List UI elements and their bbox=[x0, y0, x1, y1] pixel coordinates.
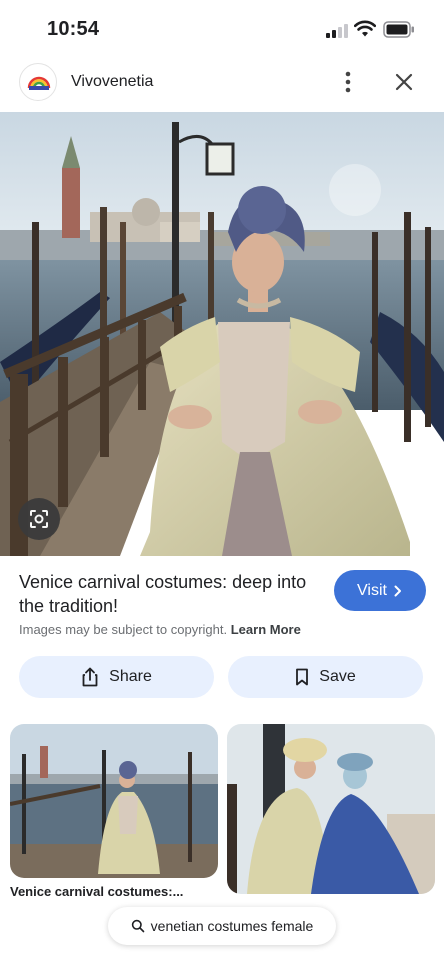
chevron-right-icon bbox=[394, 585, 401, 596]
search-icon bbox=[131, 919, 144, 933]
visit-label: Visit bbox=[357, 581, 387, 599]
related-image-1-photo bbox=[10, 724, 218, 878]
wifi-icon bbox=[354, 20, 376, 37]
save-button[interactable]: Save bbox=[228, 656, 423, 698]
related-image-2[interactable] bbox=[227, 724, 435, 894]
more-vert-icon bbox=[345, 71, 351, 93]
main-image[interactable] bbox=[0, 112, 444, 556]
more-options-button[interactable] bbox=[336, 66, 360, 98]
vivovenetia-logo-icon bbox=[27, 76, 51, 90]
visit-button[interactable]: Visit bbox=[334, 570, 426, 611]
related-image-2-photo bbox=[227, 724, 435, 894]
close-button[interactable] bbox=[390, 68, 418, 96]
battery-icon bbox=[383, 21, 414, 38]
save-label: Save bbox=[319, 668, 356, 685]
status-bar: 10:54 bbox=[0, 0, 444, 56]
cellular-signal-icon bbox=[326, 24, 348, 38]
learn-more-link[interactable]: Learn More bbox=[231, 622, 301, 637]
result-title[interactable]: Venice carnival costumes: deep into the … bbox=[19, 570, 319, 618]
related-search-label: venetian costumes female bbox=[150, 918, 314, 934]
venice-costume-photo bbox=[0, 112, 444, 556]
copyright-notice: Images may be subject to copyright. Lear… bbox=[19, 622, 301, 637]
share-button[interactable]: Share bbox=[19, 656, 214, 698]
close-icon bbox=[395, 73, 413, 91]
share-icon bbox=[82, 667, 98, 687]
site-logo[interactable] bbox=[19, 63, 57, 101]
lens-icon bbox=[30, 510, 48, 528]
copyright-text: Images may be subject to copyright. bbox=[19, 622, 228, 637]
status-time: 10:54 bbox=[47, 18, 100, 40]
google-lens-button[interactable] bbox=[18, 498, 60, 540]
share-label: Share bbox=[109, 668, 152, 685]
site-name[interactable]: Vivovenetia bbox=[71, 73, 153, 91]
bookmark-icon bbox=[296, 668, 309, 686]
related-search-chip[interactable]: venetian costumes female bbox=[108, 907, 336, 945]
source-header: Vivovenetia bbox=[0, 56, 444, 112]
related-image-1[interactable] bbox=[10, 724, 218, 878]
